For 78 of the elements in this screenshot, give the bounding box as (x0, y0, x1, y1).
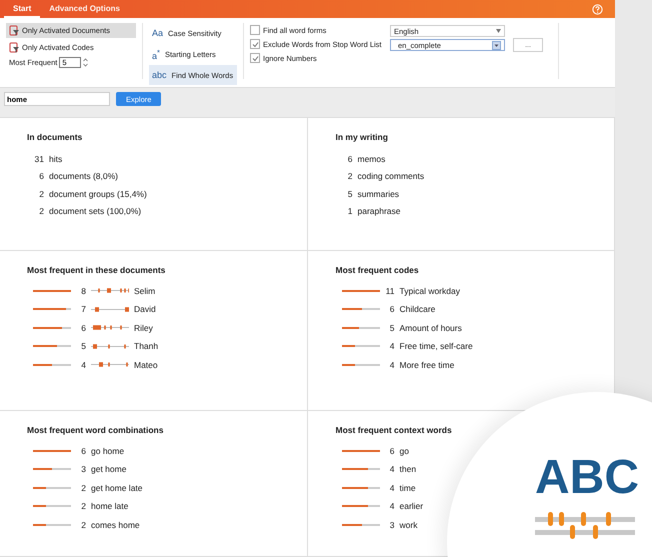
count: 1 (346, 206, 352, 216)
item-label: Mateo (134, 360, 158, 370)
item-label: get home (91, 464, 126, 474)
count: 2 (38, 206, 44, 216)
item-label: Typical workday (400, 286, 460, 296)
stat-label: document sets (100,0%) (49, 206, 142, 216)
distribution-strip-drawing (91, 287, 129, 294)
count: 2 (80, 501, 86, 511)
count: 4 (388, 360, 394, 370)
filter-icon (9, 25, 20, 36)
count: 7 (80, 304, 86, 314)
count: 3 (80, 464, 86, 474)
count: 5 (346, 188, 352, 198)
checkbox[interactable] (250, 39, 260, 49)
count: 6 (388, 446, 394, 456)
count: 6 (388, 304, 394, 314)
panel-title: Most frequent context words (336, 425, 453, 435)
panel-title: Most frequent codes (336, 265, 420, 275)
panel-title: In documents (27, 132, 84, 142)
item-label: Riley (134, 322, 153, 332)
distribution-strip-drawing (91, 361, 129, 368)
item-label: More free time (400, 360, 454, 370)
count: 5 (80, 341, 86, 351)
count: 2 (346, 171, 352, 181)
item-label: then (400, 464, 416, 474)
count: 31 (34, 154, 44, 164)
stat-label: coding comments (358, 171, 424, 181)
checkbox[interactable] (250, 53, 260, 63)
checkbox[interactable] (250, 25, 260, 35)
stepper-icon[interactable] (83, 58, 88, 67)
dropdown-caret-icon (496, 29, 501, 33)
item-label: go home (91, 446, 124, 456)
stat-label: documents (8,0%) (49, 171, 118, 181)
item-label: Thanh (134, 341, 158, 351)
count: 4 (388, 464, 394, 474)
panel-title: In my writing (336, 132, 389, 142)
stat-label: hits (49, 154, 62, 164)
stat-label: summaries (358, 188, 400, 198)
distribution-strip-drawing (91, 324, 129, 331)
tab[interactable]: Start (4, 0, 40, 18)
item-label: go (400, 446, 409, 456)
count: 3 (388, 520, 394, 530)
item-label: time (400, 482, 416, 492)
item-label: Amount of hours (400, 322, 462, 332)
item-label: earlier (400, 501, 424, 511)
count: 11 (384, 286, 394, 296)
item-label: comes home (91, 520, 140, 530)
logo-text: ABC (535, 454, 639, 502)
distribution-strip-drawing (91, 306, 129, 312)
count: 8 (80, 286, 86, 296)
count: 6 (80, 322, 86, 332)
count: 4 (388, 501, 394, 511)
stat-label: paraphrase (358, 206, 401, 216)
help-icon[interactable] (592, 4, 603, 14)
item-label: Selim (134, 286, 156, 296)
panel-title: Most frequent word combinations (27, 425, 164, 435)
count: 4 (388, 341, 394, 351)
filter-icon (9, 42, 20, 53)
count: 2 (80, 482, 86, 492)
stat-label: memos (358, 154, 386, 164)
count: 6 (38, 171, 44, 181)
item-label: home late (91, 501, 128, 511)
item-label: work (400, 520, 418, 530)
distribution-strip-drawing (91, 342, 129, 350)
count: 2 (38, 188, 44, 198)
count: 6 (346, 154, 352, 164)
item-label: Childcare (400, 304, 436, 314)
count: 5 (388, 322, 394, 332)
count: 4 (80, 360, 86, 370)
item-label: get home late (91, 482, 143, 492)
dropdown-caret-icon (492, 40, 501, 50)
count: 4 (388, 482, 394, 492)
panel-title: Most frequent in these documents (27, 265, 166, 275)
count: 6 (80, 446, 86, 456)
stat-label: document groups (15,4%) (49, 188, 147, 198)
item-label: David (134, 304, 156, 314)
item-label: Free time, self-care (400, 341, 473, 351)
count: 2 (80, 520, 86, 530)
